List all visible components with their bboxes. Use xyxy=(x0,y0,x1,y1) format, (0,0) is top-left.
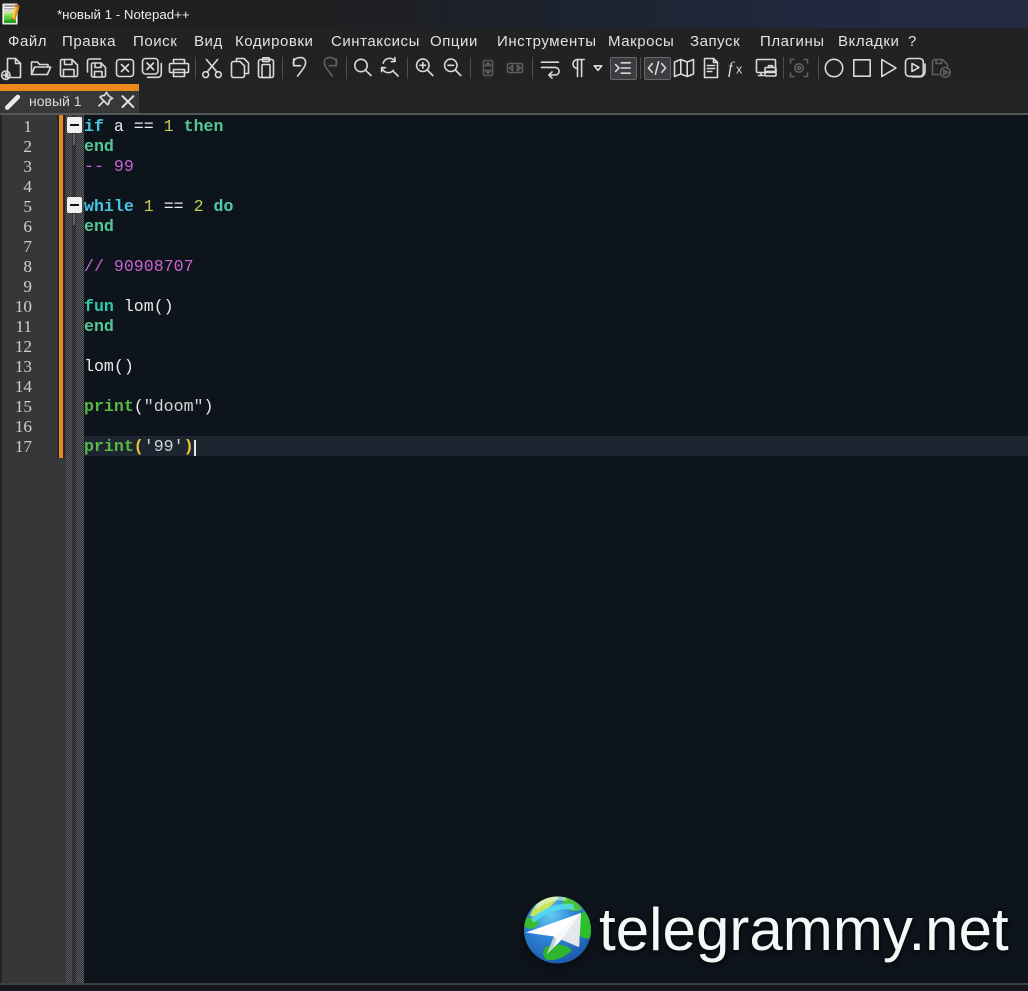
svg-text:f: f xyxy=(728,59,735,78)
svg-text:x: x xyxy=(736,63,743,77)
